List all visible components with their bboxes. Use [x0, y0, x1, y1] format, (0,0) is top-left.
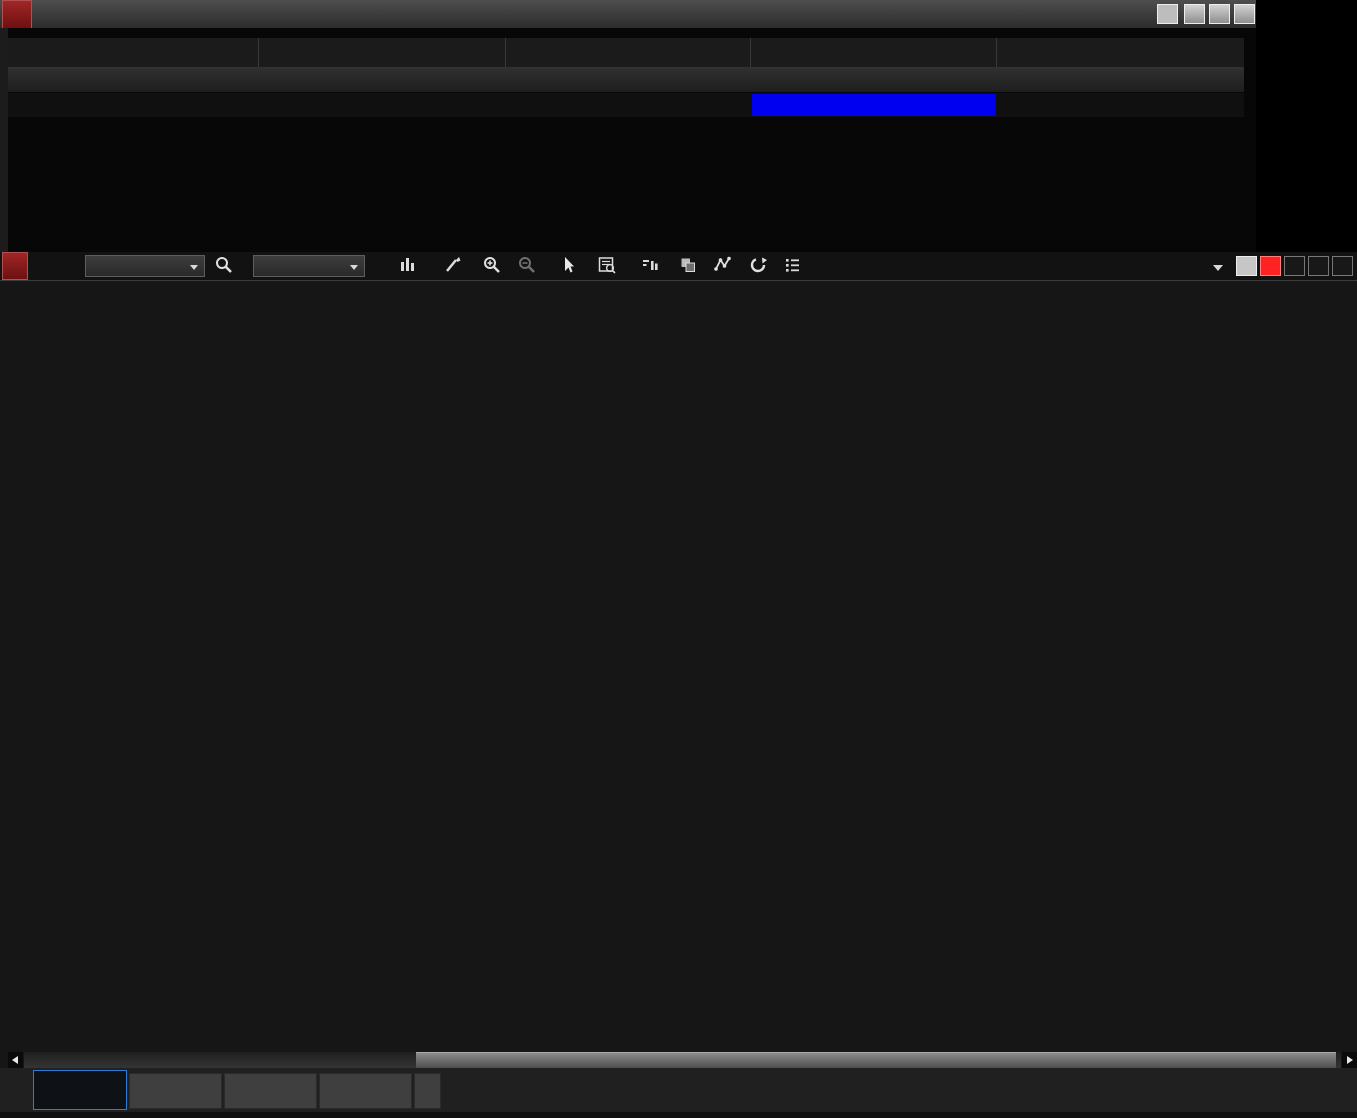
cell-instrument[interactable]: [8, 93, 258, 117]
zigzag-tool-icon[interactable]: [713, 255, 733, 275]
zoom-out-icon[interactable]: [517, 255, 537, 275]
chart-restore-button[interactable]: [1236, 256, 1257, 276]
ma-maximize-button[interactable]: [1209, 4, 1230, 24]
arrow-right-icon: [1347, 1056, 1353, 1064]
ma-row-aapl[interactable]: [8, 68, 1244, 92]
ma-col-last-price[interactable]: [258, 38, 505, 67]
ma-row-audchf[interactable]: [8, 93, 1244, 117]
bottom-strip: [0, 1112, 1357, 1118]
chart-style-icon[interactable]: [398, 255, 418, 275]
instrument-select[interactable]: [85, 255, 205, 277]
ma-close-button[interactable]: [1234, 4, 1255, 24]
market-analyzer-title-tab: [2, 0, 32, 28]
scrollbar-thumb[interactable]: [416, 1052, 1336, 1068]
tab-audnzd[interactable]: [224, 1073, 317, 1109]
tab-usdcad[interactable]: [129, 1073, 222, 1109]
chart-color-button[interactable]: [1260, 256, 1281, 276]
ma-col-instrument[interactable]: [8, 38, 258, 67]
cell-last-price[interactable]: [258, 93, 505, 117]
cell-last-price[interactable]: [258, 68, 505, 92]
market-analyzer-titlebar[interactable]: [0, 0, 1256, 28]
ma-col-mtp3m[interactable]: [505, 38, 750, 67]
scroll-right-button[interactable]: [1342, 1052, 1357, 1068]
tab-audchf[interactable]: [33, 1070, 127, 1110]
screen: [0, 0, 1357, 1118]
ma-minimize-button[interactable]: [1184, 4, 1205, 24]
ma-table-header[interactable]: [8, 38, 1244, 68]
chart-canvas[interactable]: [0, 281, 1357, 1050]
ma-col-mtp15m[interactable]: [996, 38, 1244, 67]
chart-panel-icon[interactable]: [640, 255, 660, 275]
chart-maximize-button[interactable]: [1308, 256, 1329, 276]
search-icon[interactable]: [214, 255, 234, 275]
chart-title-tab: [2, 252, 28, 280]
objects-list-icon[interactable]: [783, 255, 803, 275]
cell-instrument[interactable]: [8, 68, 258, 92]
interval-select[interactable]: [253, 255, 365, 277]
cell-mtp5m-signal[interactable]: [752, 94, 996, 116]
add-tab-button[interactable]: [414, 1073, 441, 1109]
chart-minimize-button[interactable]: [1284, 256, 1305, 276]
trade-chevron-icon[interactable]: [1213, 265, 1223, 271]
ma-col-mtp5m[interactable]: [750, 38, 996, 67]
arrow-left-icon: [12, 1056, 18, 1064]
scroll-left-button[interactable]: [8, 1052, 23, 1068]
tab-usdcad-2[interactable]: [319, 1073, 412, 1109]
chart-close-button[interactable]: [1332, 256, 1353, 276]
windows-layout-icon[interactable]: [678, 255, 698, 275]
zoom-in-icon[interactable]: [482, 255, 502, 275]
draw-pencil-icon[interactable]: [443, 255, 463, 275]
reload-icon[interactable]: [748, 255, 768, 275]
cursor-icon[interactable]: [559, 255, 579, 275]
chevron-down-icon: [350, 265, 358, 270]
ma-restore-button[interactable]: [1157, 4, 1178, 24]
window-left-border: [0, 28, 8, 252]
data-box-icon[interactable]: [597, 255, 617, 275]
market-analyzer-window: [0, 0, 1256, 252]
chevron-down-icon: [190, 265, 198, 270]
